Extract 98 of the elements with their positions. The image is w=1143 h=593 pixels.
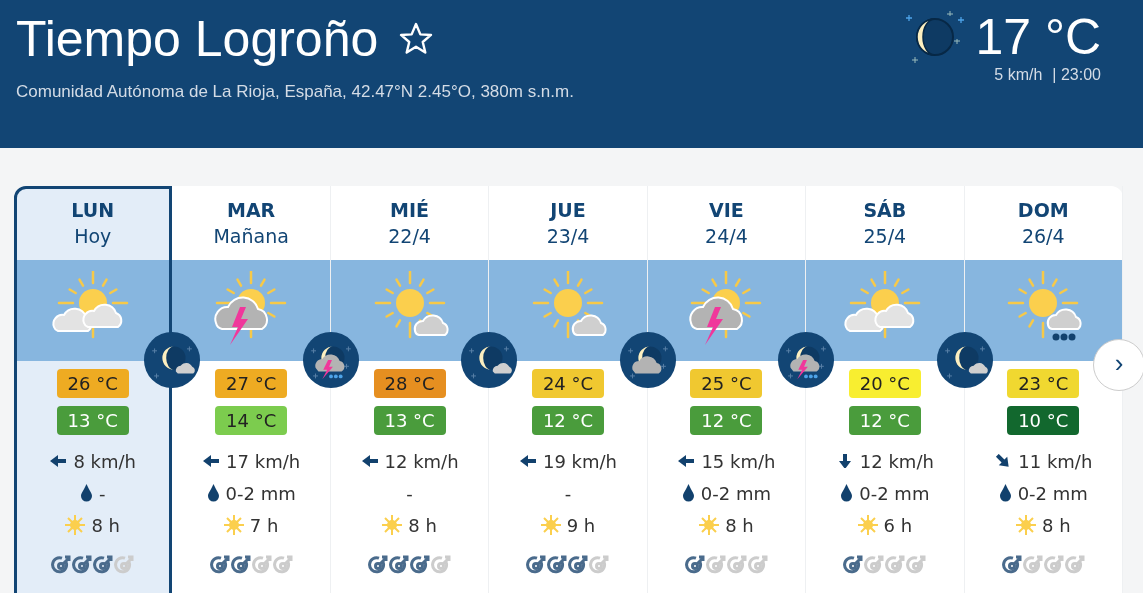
target-icon [1001, 555, 1022, 575]
min-temperature: 12 °C [690, 406, 763, 435]
target-icon [568, 555, 589, 575]
sunshine-hours: 8 h [725, 514, 754, 536]
precipitation: - [98, 482, 106, 504]
target-icon [547, 555, 568, 575]
wind-speed: 19 km/h [542, 450, 617, 472]
day-date: Hoy [74, 225, 112, 247]
wind-speed: 12 km/h [384, 450, 459, 472]
day-date: 26/4 [1021, 225, 1065, 247]
target-icon [93, 555, 114, 575]
day-date: Mañana [213, 225, 289, 247]
max-temperature: 23 °C [1007, 369, 1080, 398]
day-date: 22/4 [388, 225, 431, 247]
target-icon [526, 555, 547, 575]
min-temperature: 13 °C [373, 406, 446, 435]
raindrop-icon [79, 484, 93, 502]
raindrop-icon [998, 484, 1012, 502]
page-title: Tiempo Logroño [16, 10, 379, 68]
target-icon [114, 555, 135, 575]
day-name: DOM [1017, 199, 1069, 221]
min-temperature: 13 °C [56, 406, 129, 435]
target-icon [885, 555, 906, 575]
precipitation: - [564, 482, 572, 504]
sun-icon [382, 515, 403, 535]
moon-icon [905, 9, 966, 65]
target-icon [1064, 555, 1085, 575]
favorite-star-icon[interactable] [398, 21, 435, 57]
next-button[interactable]: › [1093, 339, 1143, 391]
min-temperature: 12 °C [532, 406, 604, 435]
target-icon [843, 555, 864, 575]
wind-speed: 8 km/h [73, 450, 136, 472]
sunshine-hours: 8 h [91, 514, 120, 536]
target-icon [906, 555, 927, 575]
sun-icon [223, 515, 244, 535]
target-icon [389, 555, 410, 575]
sun-icon [699, 515, 720, 535]
target-icon [368, 555, 389, 575]
raindrop-icon [681, 484, 695, 502]
max-temperature: 25 °C [690, 369, 763, 398]
target-icon [1043, 555, 1064, 575]
max-temperature: 24 °C [532, 369, 604, 398]
target-icon [51, 555, 72, 575]
raindrop-icon [206, 484, 220, 502]
precipitation: - [406, 482, 413, 504]
max-temperature: 27 °C [215, 369, 288, 398]
min-temperature: 12 °C [848, 406, 921, 435]
min-temperature: 10 °C [1007, 406, 1080, 435]
day-name: MIÉ [390, 199, 430, 221]
sunshine-hours: 8 h [408, 514, 437, 536]
precipitation: 0-2 mm [700, 482, 771, 504]
target-icon [410, 555, 431, 575]
current-wind: 5 km/h [994, 66, 1043, 84]
sunshine-hours: 7 h [249, 514, 279, 536]
sunshine-hours: 6 h [883, 514, 913, 536]
wind-speed: 11 km/h [1018, 450, 1093, 472]
day-name: JUE [550, 199, 586, 221]
target-icon [230, 555, 251, 575]
target-icon [684, 555, 705, 575]
target-icon [431, 555, 452, 575]
target-icon [251, 555, 272, 575]
wind-speed: 12 km/h [859, 450, 934, 472]
precipitation: 0-2 mm [1017, 482, 1088, 504]
sunshine-hours: 8 h [1042, 514, 1071, 536]
day-date: 23/4 [546, 225, 590, 247]
max-temperature: 28 °C [373, 369, 446, 398]
day-name: SÁB [863, 199, 907, 221]
sun-icon [857, 515, 878, 535]
raindrop-icon [840, 484, 854, 502]
sunshine-hours: 9 h [566, 514, 596, 536]
target-icon [209, 555, 230, 575]
day-name: VIE [709, 199, 744, 221]
current-temperature: 17 °C [975, 8, 1101, 66]
target-icon [589, 555, 610, 575]
sun-icon [540, 515, 561, 535]
current-time: | 23:00 [1052, 66, 1101, 84]
wind-speed: 17 km/h [226, 450, 301, 472]
precipitation: 0-2 mm [225, 482, 296, 504]
target-icon [705, 555, 726, 575]
max-temperature: 26 °C [56, 369, 129, 398]
target-icon [726, 555, 747, 575]
day-name: MAR [227, 199, 276, 221]
sun-icon [65, 515, 86, 535]
max-temperature: 20 °C [848, 369, 921, 398]
day-date: 24/4 [705, 225, 748, 247]
target-icon [1022, 555, 1043, 575]
target-icon [747, 555, 768, 575]
day-column[interactable]: LUN Hoy 26 °C 13 °C 8 km/h - 8 h [14, 186, 173, 593]
target-icon [72, 555, 93, 575]
target-icon [272, 555, 293, 575]
target-icon [864, 555, 885, 575]
day-date: 25/4 [863, 225, 907, 247]
precipitation: 0-2 mm [859, 482, 930, 504]
sun-icon [1016, 515, 1036, 535]
wind-speed: 15 km/h [701, 450, 776, 472]
day-name: LUN [71, 199, 115, 221]
min-temperature: 14 °C [215, 406, 288, 435]
location-subtitle: Comunidad Autónoma de La Rioja, España, 42.47°N 2.45°O, 380m s.n.m. [16, 82, 574, 102]
